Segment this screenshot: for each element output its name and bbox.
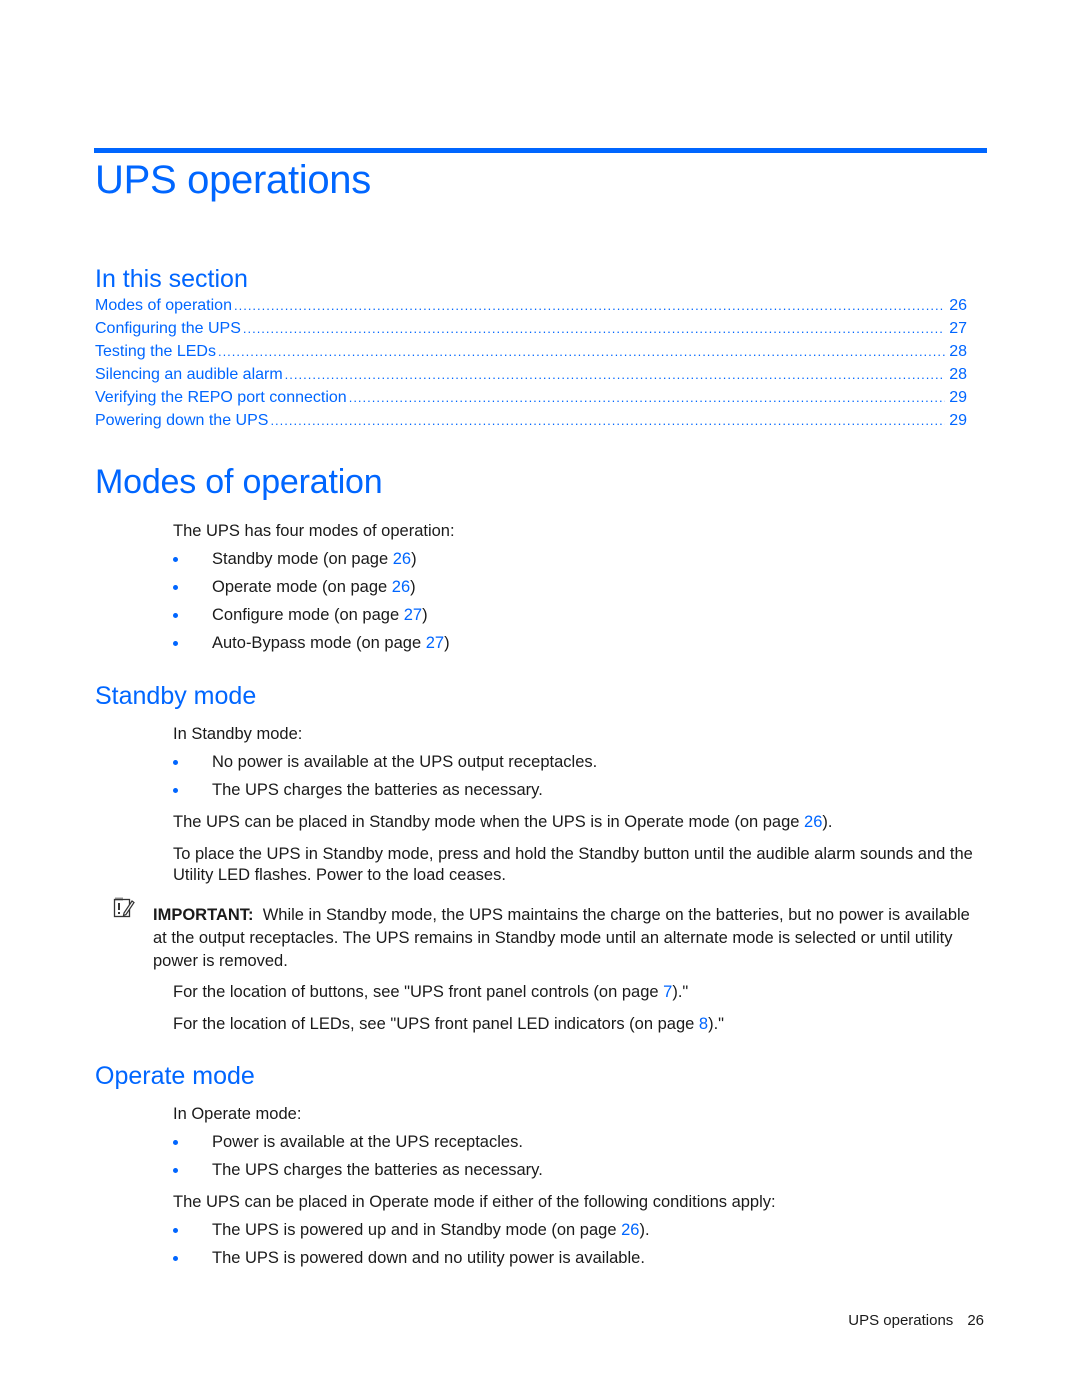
list-item-text: No power is available at the UPS output … xyxy=(212,753,598,771)
toc-heading: In this section xyxy=(95,265,248,293)
list-item-text: The UPS charges the batteries as necessa… xyxy=(212,1161,543,1179)
page-link[interactable]: 27 xyxy=(426,634,444,652)
list-item-suffix: ) xyxy=(411,550,417,568)
bullet-icon xyxy=(173,613,178,618)
list-item-text: Power is available at the UPS receptacle… xyxy=(212,1133,523,1151)
toc-entry-title: Testing the LEDs xyxy=(95,343,216,360)
chapter-title: UPS operations xyxy=(95,158,371,202)
toc-entry-page: 26 xyxy=(949,297,967,314)
list-item-suffix: ) xyxy=(410,578,416,596)
page-link[interactable]: 27 xyxy=(404,606,422,624)
paragraph-text: For the location of LEDs, see "UPS front… xyxy=(173,1015,699,1033)
toc-entry[interactable]: Verifying the REPO port connection 29 xyxy=(95,389,967,412)
paragraph-suffix: )." xyxy=(708,1015,725,1033)
important-text: While in Standby mode, the UPS maintains… xyxy=(153,906,970,970)
bullet-icon xyxy=(173,1256,178,1261)
toc-entry-title: Powering down the UPS xyxy=(95,412,269,429)
standby-instruction: To place the UPS in Standby mode, press … xyxy=(173,845,973,884)
list-item-text: Auto-Bypass mode (on page xyxy=(212,634,426,652)
toc-entry[interactable]: Configuring the UPS 27 xyxy=(95,320,967,343)
list-item-suffix: ) xyxy=(422,606,428,624)
page-footer: UPS operations 26 xyxy=(848,1312,984,1329)
toc-entry-page: 28 xyxy=(949,343,967,360)
list-item-text: The UPS charges the batteries as necessa… xyxy=(212,781,543,799)
toc-leader xyxy=(285,367,945,382)
toc-entry-title: Verifying the REPO port connection xyxy=(95,389,347,406)
bullet-icon xyxy=(173,760,178,765)
chapter-rule xyxy=(94,148,987,153)
page-link[interactable]: 7 xyxy=(663,983,672,1001)
list-item-text: Standby mode (on page xyxy=(212,550,393,568)
paragraph-text: The UPS can be placed in Standby mode wh… xyxy=(173,813,805,831)
paragraph-suffix: ). xyxy=(822,813,833,831)
bullet-icon xyxy=(173,788,178,793)
list-item-text: The UPS is powered down and no utility p… xyxy=(212,1249,645,1267)
toc-leader xyxy=(234,298,945,313)
bullet-icon xyxy=(173,1228,178,1233)
page-link[interactable]: 26 xyxy=(804,813,822,831)
page-link[interactable]: 26 xyxy=(621,1221,639,1239)
bullet-icon xyxy=(173,1168,178,1173)
toc-leader xyxy=(349,390,945,405)
paragraph-text: For the location of buttons, see "UPS fr… xyxy=(173,983,664,1001)
toc-leader xyxy=(243,321,945,336)
modes-intro: The UPS has four modes of operation: xyxy=(173,522,455,540)
list-item-text: The UPS is powered up and in Standby mod… xyxy=(212,1221,622,1239)
toc-entry-page: 27 xyxy=(949,320,967,337)
bullet-icon xyxy=(173,1140,178,1145)
standby-intro: In Standby mode: xyxy=(173,725,303,743)
leds-reference: For the location of LEDs, see "UPS front… xyxy=(173,1014,724,1035)
toc-entry-title: Silencing an audible alarm xyxy=(95,366,283,383)
toc-entry-page: 29 xyxy=(949,412,967,429)
subsection-title-operate: Operate mode xyxy=(95,1062,255,1090)
list-item-suffix: ) xyxy=(444,634,450,652)
toc-entry-title: Configuring the UPS xyxy=(95,320,241,337)
toc-entry-title: Modes of operation xyxy=(95,297,232,314)
operate-conditions-intro: The UPS can be placed in Operate mode if… xyxy=(173,1193,776,1211)
important-note: IMPORTANT: While in Standby mode, the UP… xyxy=(153,904,983,973)
toc-leader xyxy=(218,344,945,359)
toc-entry[interactable]: Silencing an audible alarm 28 xyxy=(95,366,967,389)
list-item-text: Configure mode (on page xyxy=(212,606,404,624)
standby-placed-paragraph: The UPS can be placed in Standby mode wh… xyxy=(173,812,833,833)
footer-page-number: 26 xyxy=(967,1312,984,1329)
paragraph-suffix: )." xyxy=(672,983,689,1001)
page-link[interactable]: 26 xyxy=(392,578,410,596)
important-notepad-icon xyxy=(113,897,135,918)
page-link[interactable]: 8 xyxy=(699,1015,708,1033)
toc-entry-page: 28 xyxy=(949,366,967,383)
important-label: IMPORTANT: xyxy=(153,906,254,924)
toc-entry[interactable]: Testing the LEDs 28 xyxy=(95,343,967,366)
table-of-contents: Modes of operation 26 Configuring the UPS… xyxy=(95,297,967,435)
toc-entry-page: 29 xyxy=(949,389,967,406)
list-item-suffix: ). xyxy=(639,1221,650,1239)
bullet-icon xyxy=(173,641,178,646)
buttons-reference: For the location of buttons, see "UPS fr… xyxy=(173,982,688,1003)
subsection-title-standby: Standby mode xyxy=(95,682,257,710)
toc-leader xyxy=(270,413,945,428)
operate-intro: In Operate mode: xyxy=(173,1105,302,1123)
section-title-modes: Modes of operation xyxy=(95,463,383,501)
toc-entry[interactable]: Modes of operation 26 xyxy=(95,297,967,320)
toc-entry[interactable]: Powering down the UPS 29 xyxy=(95,412,967,435)
bullet-icon xyxy=(173,585,178,590)
footer-section: UPS operations xyxy=(848,1312,954,1329)
page-link[interactable]: 26 xyxy=(393,550,411,568)
bullet-icon xyxy=(173,557,178,562)
list-item-text: Operate mode (on page xyxy=(212,578,392,596)
